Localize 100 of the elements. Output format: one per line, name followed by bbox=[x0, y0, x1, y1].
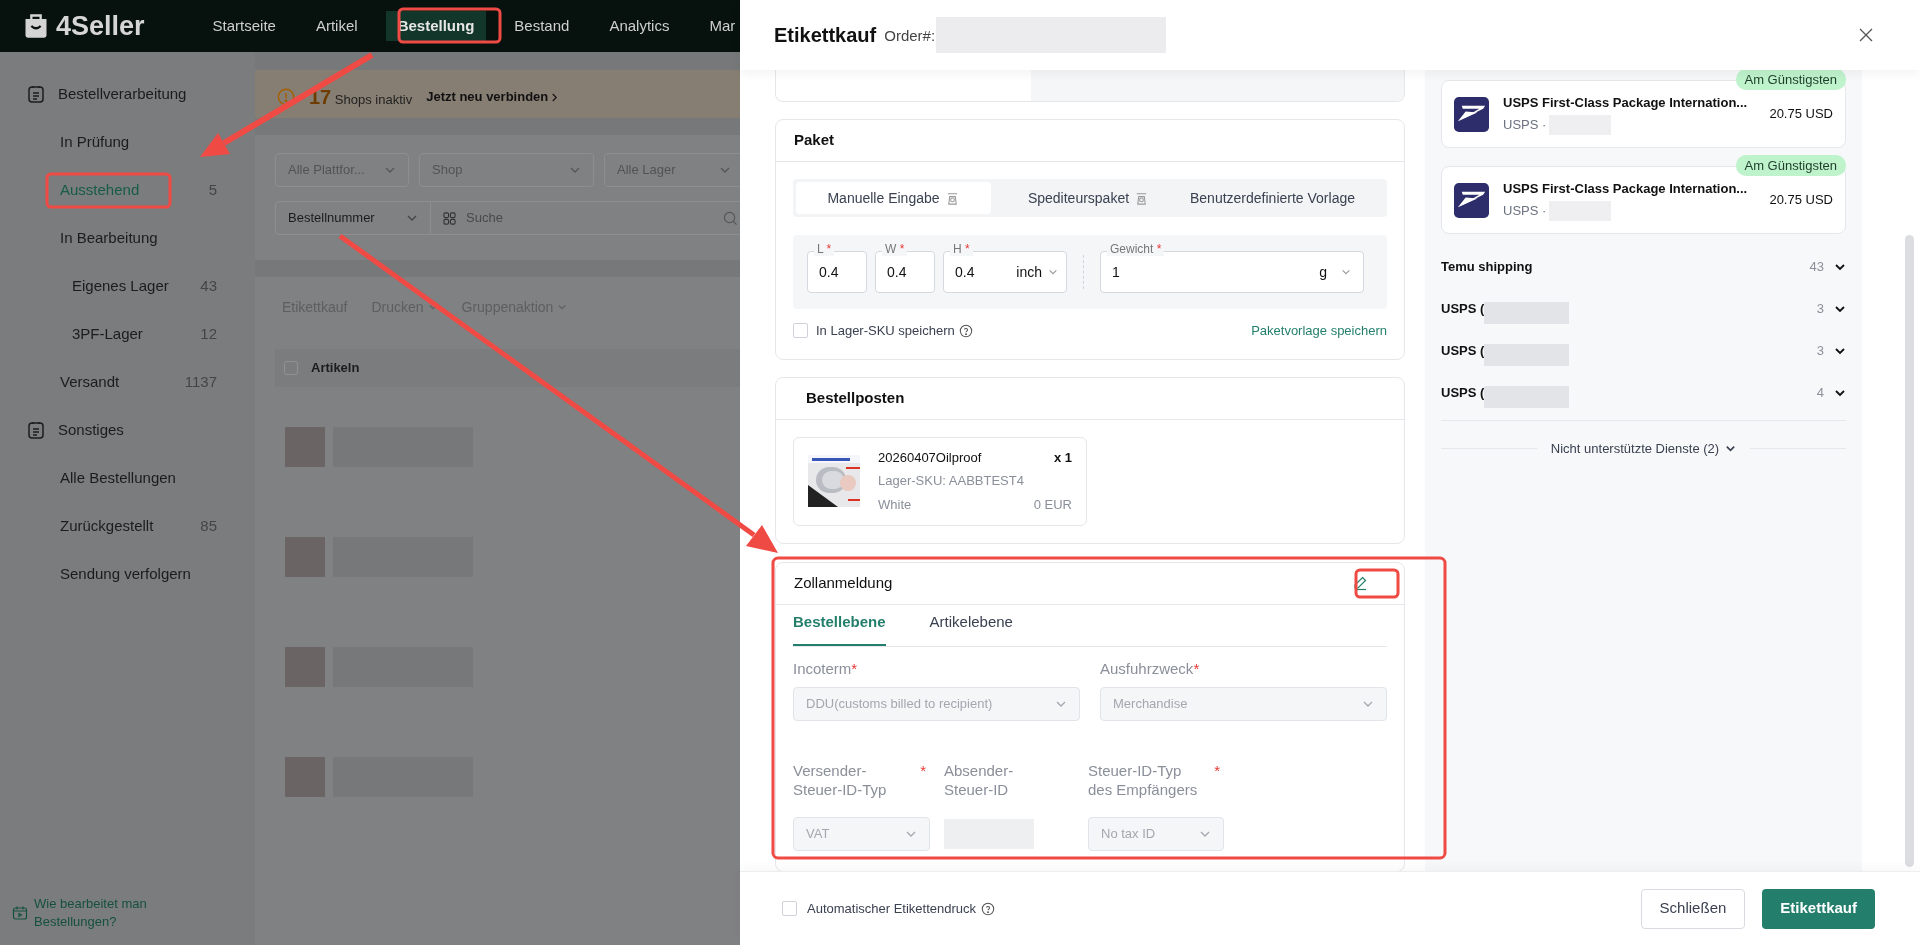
field-label: Incoterm bbox=[793, 658, 852, 678]
count-text: 3 bbox=[1816, 342, 1824, 361]
field-label: Ausfuhrzweck bbox=[1100, 658, 1194, 678]
chevron-down-icon bbox=[1834, 345, 1846, 357]
search-input[interactable]: Suche bbox=[466, 208, 713, 228]
search-type-select[interactable]: Bestellnummer bbox=[275, 201, 431, 235]
value-input[interactable]: 0.4 bbox=[887, 261, 923, 283]
field-label: Steuer-ID-Typ des Empfängers bbox=[1088, 760, 1199, 799]
pencil-icon bbox=[1352, 575, 1368, 591]
price-text: 0 EUR bbox=[1033, 495, 1072, 514]
value-input[interactable]: 1 bbox=[1112, 261, 1172, 283]
chevron-right-icon bbox=[551, 91, 559, 103]
purchase-button[interactable]: Etikettkauf bbox=[1762, 888, 1875, 929]
required-mark: * bbox=[1193, 658, 1200, 678]
required-mark: * bbox=[1214, 760, 1220, 780]
close-dialog-button[interactable]: Schließen bbox=[1640, 888, 1746, 929]
sidebar-item[interactable]: In Prüfung bbox=[0, 118, 255, 166]
unit-select[interactable]: inch bbox=[1016, 261, 1058, 283]
redacted-block bbox=[285, 427, 325, 467]
carrier-group-row[interactable]: USPS ( 4 bbox=[1441, 372, 1846, 414]
logo-text: 4Seller bbox=[56, 9, 145, 43]
badge: Am Günstigsten bbox=[1735, 70, 1846, 90]
count-text: 43 bbox=[1809, 258, 1824, 277]
chevron-down-icon bbox=[1834, 387, 1846, 399]
scrollbar-thumb[interactable] bbox=[1905, 235, 1914, 867]
reconnect-link[interactable]: Jetzt neu verbinden bbox=[426, 87, 559, 107]
segment-tab[interactable]: Spediteurspaket bbox=[991, 182, 1186, 214]
chevron-down-icon bbox=[1834, 261, 1846, 273]
sidebar-item[interactable]: Eigenes Lager 43 bbox=[0, 262, 255, 310]
tab[interactable]: Bestellebene bbox=[793, 611, 886, 646]
nav-item[interactable]: Bestand bbox=[502, 10, 582, 42]
nav-item[interactable]: Bestellung bbox=[385, 10, 487, 42]
redacted-block bbox=[285, 647, 325, 687]
carrier-group-row[interactable]: USPS ( 3 bbox=[1441, 330, 1846, 372]
close-icon bbox=[1858, 27, 1874, 43]
sku-text: Lager-SKU: AABBTEST4 bbox=[878, 472, 1025, 491]
field-label: W * bbox=[882, 242, 908, 256]
carrier-group-row[interactable]: Temu shipping 43 bbox=[1441, 246, 1846, 288]
card-title: Paket bbox=[794, 130, 835, 151]
checkbox[interactable]: Automatischer Etikettendruck bbox=[782, 898, 977, 919]
column-header: Artikeln bbox=[311, 359, 360, 378]
carrier-group-row[interactable]: USPS ( 3 bbox=[1441, 288, 1846, 330]
eagle-logo-icon bbox=[1454, 182, 1489, 218]
count-text: 4 bbox=[1816, 384, 1824, 403]
price-text: 20.75 USD bbox=[1769, 191, 1833, 210]
help-icon bbox=[981, 901, 996, 916]
sidebar-item[interactable]: 3PF-Lager 12 bbox=[0, 310, 255, 358]
field-label: Absender-Steuer-ID bbox=[944, 760, 1015, 799]
grid-icon bbox=[443, 211, 456, 225]
required-mark: * bbox=[920, 760, 926, 780]
nav-item[interactable]: Analytics bbox=[597, 10, 682, 42]
service-name: USPS First-Class Package Internation... bbox=[1503, 94, 1749, 113]
list-icon bbox=[26, 420, 46, 440]
chevron-down-icon bbox=[1834, 303, 1846, 315]
tab[interactable]: Artikelebene bbox=[929, 611, 1013, 646]
product-name: 20260407Oilproof bbox=[878, 448, 982, 467]
quantity-text: x 1 bbox=[1053, 448, 1072, 467]
segment-tab[interactable]: Manuelle Eingabe bbox=[796, 182, 991, 214]
drawer-title: Etikettkauf bbox=[774, 23, 877, 48]
field-label: Versender-Steuer-ID-Typ bbox=[793, 760, 888, 799]
card-title: Zollanmeldung bbox=[794, 572, 893, 593]
badge: Am Günstigsten bbox=[1735, 155, 1846, 176]
chevron-down-icon bbox=[1341, 267, 1351, 277]
value-input[interactable]: 0.4 bbox=[819, 261, 855, 283]
sidebar-item[interactable]: Versandt 1137 bbox=[0, 358, 255, 406]
sidebar-item[interactable]: Sendung verfolgern bbox=[0, 550, 255, 598]
carrier-text: USPS · bbox=[1503, 202, 1547, 220]
carrier-text: USPS · bbox=[1503, 116, 1547, 134]
video-icon bbox=[12, 905, 28, 921]
checkbox[interactable]: In Lager-SKU speichern bbox=[793, 321, 955, 341]
redacted-block bbox=[285, 757, 325, 797]
chevron-down-icon bbox=[1725, 443, 1737, 455]
value-input[interactable]: 0.4 bbox=[955, 261, 991, 283]
price-text: 20.75 USD bbox=[1769, 105, 1833, 124]
help-icon bbox=[958, 323, 973, 338]
count-text: 3 bbox=[1816, 300, 1824, 319]
section-heading: Bestellverarbeitung bbox=[58, 83, 187, 104]
field-label: L * bbox=[814, 242, 835, 256]
nav-item[interactable]: Startseite bbox=[200, 10, 288, 42]
sidebar-item[interactable]: In Bearbeitung bbox=[0, 214, 255, 262]
sidebar-item[interactable]: Zurückgestellt 85 bbox=[0, 502, 255, 550]
service-name: USPS First-Class Package Internation... bbox=[1503, 180, 1749, 199]
sidebar-item[interactable]: Alle Bestellungen bbox=[0, 454, 255, 502]
field-label: Gewicht * bbox=[1107, 242, 1165, 256]
list-icon bbox=[26, 84, 46, 104]
card-title: Bestellposten bbox=[806, 387, 905, 408]
segment-tab[interactable]: Benutzerdefinierte Vorlage bbox=[1186, 182, 1359, 214]
redacted-block bbox=[285, 537, 325, 577]
template-link[interactable]: Paketvorlage speichern bbox=[1251, 321, 1387, 341]
chevron-down-icon bbox=[1048, 267, 1058, 277]
expand-link[interactable]: Nicht unterstützte Dienste (2) bbox=[1536, 439, 1751, 459]
warning-icon bbox=[277, 88, 295, 106]
search-icon bbox=[723, 210, 738, 226]
section-heading: Sonstiges bbox=[58, 419, 124, 440]
field-label: H * bbox=[950, 242, 973, 256]
eagle-logo-icon bbox=[1454, 96, 1489, 132]
unit-select[interactable]: g bbox=[1319, 261, 1351, 283]
required-mark: * bbox=[851, 658, 858, 678]
order-label: Order#: bbox=[884, 26, 936, 47]
nav-item[interactable]: Artikel bbox=[303, 10, 370, 42]
